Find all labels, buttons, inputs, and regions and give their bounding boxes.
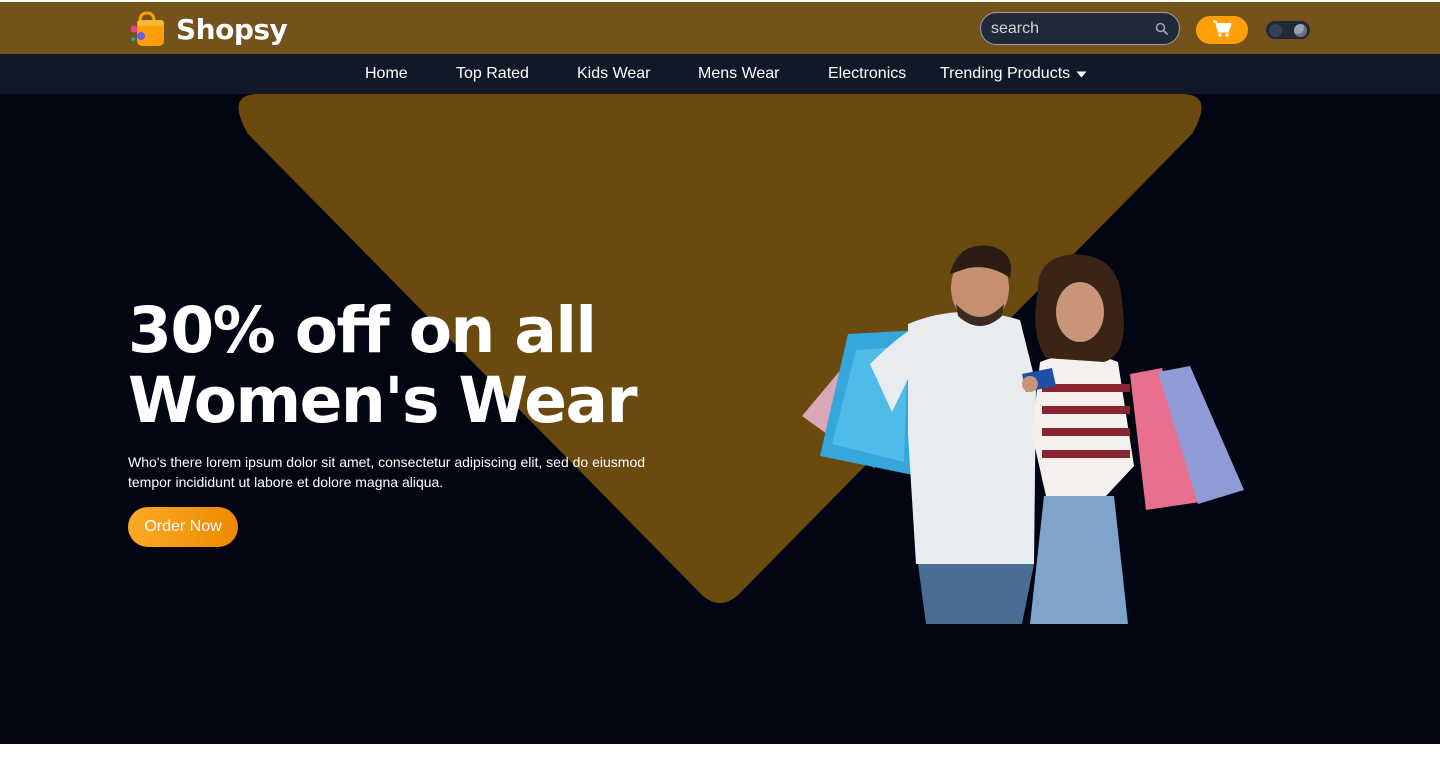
caret-down-icon <box>1076 65 1087 83</box>
hero-title-line-2: Women's Wear <box>128 364 638 437</box>
nav-item-mens-wear[interactable]: Mens Wear <box>698 65 780 83</box>
nav-item-home[interactable]: Home <box>365 65 408 83</box>
sun-icon <box>1294 23 1307 37</box>
moon-icon <box>1269 23 1282 37</box>
nav-item-label: Trending Products <box>940 65 1071 82</box>
search-box[interactable] <box>980 12 1180 45</box>
hero-title: 30% off on all Women's Wear <box>128 294 638 437</box>
theme-toggle[interactable] <box>1266 21 1310 39</box>
cart-icon <box>1212 20 1232 41</box>
hero-image <box>802 245 1244 624</box>
shopping-bag-icon <box>128 11 166 47</box>
nav-item-top-rated[interactable]: Top Rated <box>456 65 529 83</box>
top-header: Shopsy <box>0 2 1440 54</box>
main-nav: Home Top Rated Kids Wear Mens Wear Elect… <box>0 54 1440 94</box>
search-input[interactable] <box>991 19 1153 38</box>
hero-description: Who's there lorem ipsum dolor sit amet, … <box>128 454 646 490</box>
hero-banner: 30% off on all Women's Wear Who's there … <box>0 94 1440 744</box>
brand-name: Shopsy <box>176 12 288 46</box>
brand-logo[interactable]: Shopsy <box>128 11 288 47</box>
search-icon[interactable] <box>1153 21 1169 37</box>
nav-item-electronics[interactable]: Electronics <box>828 65 906 83</box>
hero-title-line-1: 30% off on all <box>128 294 597 367</box>
cart-button[interactable] <box>1196 16 1248 44</box>
nav-item-kids-wear[interactable]: Kids Wear <box>577 65 651 83</box>
order-now-button[interactable]: Order Now <box>128 507 238 547</box>
page: Shopsy search Home Top Rated Kids Wear M… <box>0 0 1440 763</box>
nav-item-trending-products[interactable]: Trending Products <box>940 65 1087 83</box>
